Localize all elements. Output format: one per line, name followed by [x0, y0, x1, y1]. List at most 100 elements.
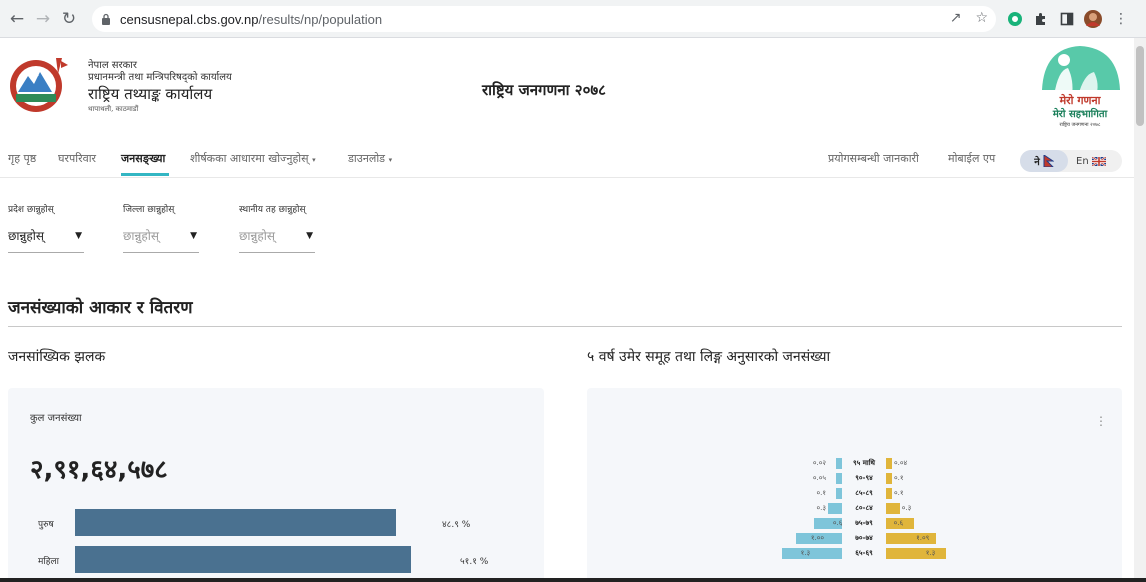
dropdown-caret-icon: ▼	[75, 230, 82, 241]
female-age-value: ०.१	[894, 489, 904, 497]
bookmark-star-icon[interactable]: ☆	[975, 10, 988, 26]
url-text: censusnepal.cbs.gov.np/results/np/popula…	[120, 11, 383, 27]
scroll-thumb[interactable]	[1136, 46, 1144, 126]
district-filter[interactable]: जिल्ला छान्नुहोस् छान्नुहोस् ▼	[123, 202, 199, 253]
back-button[interactable]: ←	[4, 6, 30, 32]
nav-user-info[interactable]: प्रयोगसम्बन्धी जानकारी	[828, 151, 919, 166]
kebab-menu-icon[interactable]: ⋮	[1095, 414, 1107, 428]
pyramid-row[interactable]: ०.०५ ९०-९४ ०.१	[587, 473, 1122, 484]
filter-label: जिल्ला छान्नुहोस्	[123, 205, 175, 215]
nav-mobile-app[interactable]: मोबाईल एप	[948, 151, 995, 166]
male-age-value: १.३	[800, 549, 811, 557]
local-level-select[interactable]: छान्नुहोस् ▼	[239, 227, 315, 253]
male-age-value: ०.३	[816, 504, 826, 512]
female-age-bar[interactable]	[886, 473, 892, 484]
forward-button[interactable]: →	[30, 6, 56, 32]
census-logo-icon[interactable]: मेरो गणना मेरो सहभागिता राष्ट्रिय जनगणना…	[1034, 40, 1126, 132]
extensions-puzzle-icon[interactable]	[1030, 8, 1052, 30]
section-divider	[8, 326, 1122, 327]
age-group-label: ७५-७९	[855, 519, 873, 527]
page-title: राष्ट्रिय जनगणना २०७८	[482, 81, 606, 99]
age-group-label: ९०-९४	[855, 474, 873, 482]
filter-label: प्रदेश छान्नुहोस्	[8, 205, 54, 215]
province-select[interactable]: छान्नुहोस् ▼	[8, 227, 84, 253]
logo-text-1: मेरो गणना	[1059, 93, 1102, 107]
office-address: थापाथली, काठमाडौं	[88, 105, 139, 113]
address-bar[interactable]: censusnepal.cbs.gov.np/results/np/popula…	[92, 6, 996, 32]
page-scrollbar[interactable]	[1134, 38, 1146, 582]
district-select[interactable]: छान्नुहोस् ▼	[123, 227, 199, 253]
province-filter[interactable]: प्रदेश छान्नुहोस् छान्नुहोस् ▼	[8, 202, 84, 253]
language-switch[interactable]: ने En	[1020, 150, 1122, 172]
pyramid-row[interactable]: ०.३ ८०-८४ ०.३	[587, 503, 1122, 514]
age-group-label: ८५-८९	[855, 489, 873, 497]
logo-text-3: राष्ट्रिय जनगणना २०७८	[1059, 121, 1100, 128]
dropdown-caret-icon: ▼	[306, 230, 313, 241]
age-group-label: ७०-७४	[855, 534, 873, 542]
profile-avatar-icon[interactable]	[1082, 8, 1104, 30]
site-header: नेपाल सरकार प्रधानमन्त्री तथा मन्त्रिपरि…	[0, 38, 1134, 146]
age-group-label: ६५-६९	[855, 549, 873, 557]
nav-search-by-topic[interactable]: शीर्षकका आधारमा खोज्नुहोस् ▾	[190, 151, 316, 166]
male-age-value: ०.०२	[812, 459, 826, 467]
local-level-filter[interactable]: स्थानीय तह छान्नुहोस् छान्नुहोस् ▼	[239, 202, 315, 253]
nav-household[interactable]: घरपरिवार	[58, 151, 96, 166]
female-bar[interactable]	[75, 546, 411, 573]
office-name[interactable]: राष्ट्रिय तथ्याङ्क कार्यालय	[88, 84, 232, 104]
pyramid-row[interactable]: १.०० ७०-७४ १.०९	[587, 533, 1122, 544]
male-bar[interactable]	[75, 509, 397, 536]
ministry-name: प्रधानमन्त्री तथा मन्त्रिपरिषद्को कार्या…	[88, 72, 232, 83]
female-age-value: ०.०४	[894, 459, 908, 467]
organization-block: नेपाल सरकार प्रधानमन्त्री तथा मन्त्रिपरि…	[88, 60, 232, 114]
browser-toolbar: ← → ↻ censusnepal.cbs.gov.np/results/np/…	[0, 0, 1146, 38]
lock-icon[interactable]	[92, 13, 120, 25]
pyramid-row[interactable]: ०.६ ७५-७९ ०.६	[587, 518, 1122, 529]
sex-label: पुरुष	[38, 520, 54, 530]
age-group-label: ८०-८४	[855, 504, 873, 512]
female-age-value: १.३	[925, 549, 936, 557]
age-sex-chart-card: ⋮ ०.०२ ९५ माथि ०.०४ ०.०५ ९०-९४ ०.१ ०.१ ८५-८९ ०.१…	[587, 388, 1122, 582]
nepal-emblem-icon[interactable]	[6, 52, 78, 116]
nav-download[interactable]: डाउनलोड ▾	[348, 151, 392, 166]
pyramid-row[interactable]: १.३ ६५-६९ १.३	[587, 548, 1122, 559]
male-age-value: ०.१	[816, 489, 826, 497]
male-age-value: ०.६	[832, 519, 843, 527]
section-title: जनसंख्याको आकार र वितरण	[8, 298, 193, 318]
male-age-bar[interactable]	[828, 503, 842, 514]
female-age-bar[interactable]	[886, 548, 946, 559]
population-summary-card: कुल जनसंख्या २,९१,६४,५७८ पुरुष ४८.९ % मह…	[8, 388, 544, 582]
taskbar-edge	[0, 578, 1146, 582]
nav-population[interactable]: जनसङ्ख्या	[121, 151, 165, 166]
chevron-down-icon: ▾	[312, 156, 316, 164]
chevron-down-icon: ▾	[388, 156, 393, 164]
browser-menu-icon[interactable]: ⋮	[1110, 8, 1132, 30]
pyramid-row[interactable]: ०.१ ८५-८९ ०.१	[587, 488, 1122, 499]
female-age-bar[interactable]	[886, 458, 892, 469]
uk-flag-icon	[1091, 156, 1106, 166]
extension-green-icon[interactable]	[1004, 8, 1026, 30]
logo-text-2: मेरो सहभागिता	[1052, 107, 1108, 120]
pyramid-row[interactable]: ०.०२ ९५ माथि ०.०४	[587, 458, 1122, 469]
male-age-value: ०.०५	[812, 474, 826, 482]
female-age-bar[interactable]	[886, 503, 900, 514]
active-tab-indicator	[121, 173, 169, 176]
nav-home[interactable]: गृह पृष्ठ	[8, 151, 36, 166]
lang-nepali-button[interactable]: ने	[1020, 150, 1068, 172]
dropdown-caret-icon: ▼	[190, 230, 197, 241]
side-panel-icon[interactable]	[1056, 8, 1078, 30]
sex-row-female[interactable]: महिला ५१.१ %	[8, 546, 544, 574]
share-icon[interactable]: ↗	[950, 10, 962, 26]
age-sex-chart-title: ५ वर्ष उमेर समूह तथा लिङ्ग अनुसारको जनसं…	[587, 349, 831, 365]
filter-label: स्थानीय तह छान्नुहोस्	[239, 205, 306, 215]
demographic-summary-title: जनसांख्यिक झलक	[8, 349, 106, 365]
male-age-value: १.००	[810, 534, 824, 542]
main-navigation: गृह पृष्ठ घरपरिवार जनसङ्ख्या शीर्षकका आध…	[0, 146, 1134, 178]
female-age-value: ०.६	[893, 519, 904, 527]
nepal-flag-icon	[1043, 155, 1054, 167]
reload-button[interactable]: ↻	[56, 6, 82, 32]
gov-name: नेपाल सरकार	[88, 60, 137, 71]
female-age-bar[interactable]	[886, 488, 892, 499]
lang-english-button[interactable]: En	[1076, 150, 1106, 172]
sex-row-male[interactable]: पुरुष ४८.९ %	[8, 509, 544, 537]
female-age-value: ०.१	[894, 474, 904, 482]
